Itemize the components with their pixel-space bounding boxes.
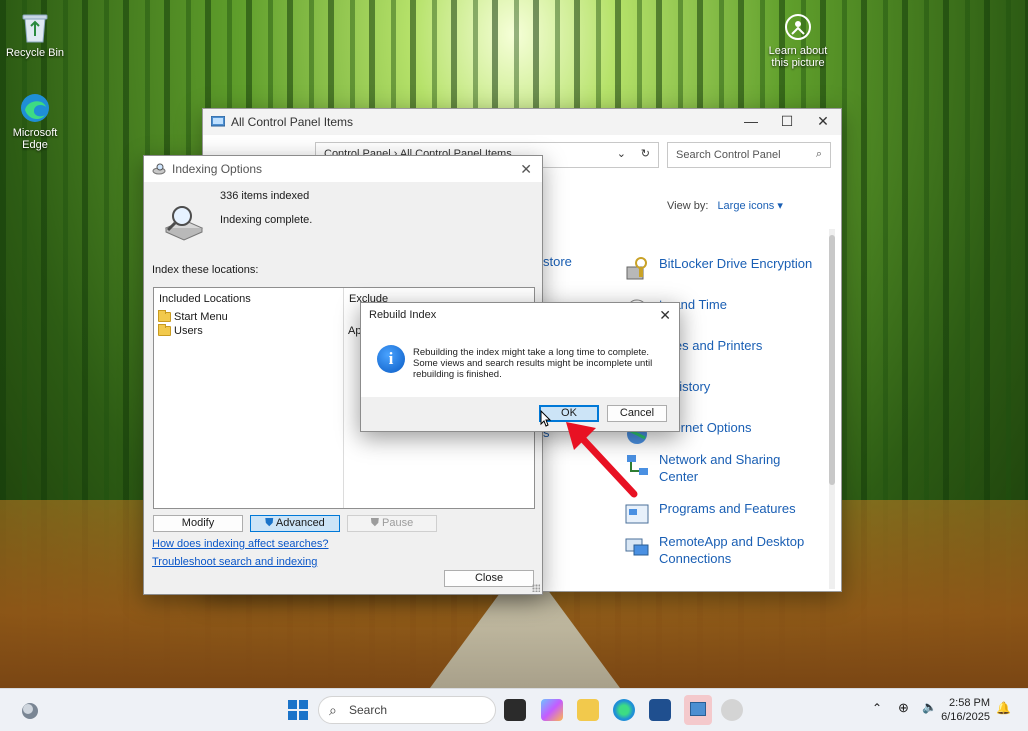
troubleshoot-link[interactable]: Troubleshoot search and indexing bbox=[152, 556, 317, 568]
view-by-dropdown[interactable]: Large icons bbox=[717, 200, 774, 212]
close-button[interactable]: Close bbox=[444, 570, 534, 587]
modify-button[interactable]: Modify bbox=[153, 515, 243, 532]
advanced-label: Advanced bbox=[275, 517, 325, 529]
search-icon: ⌕ bbox=[815, 148, 822, 160]
indexing-status: Indexing complete. bbox=[220, 214, 313, 226]
pause-button[interactable]: ⛊ Pause bbox=[347, 515, 437, 532]
rebuild-index-dialog: Rebuild Index ✕ i Rebuilding the index m… bbox=[360, 302, 680, 432]
indexing-options-title: Indexing Options bbox=[172, 162, 263, 176]
item-label: BitLocker Drive Encryption bbox=[659, 256, 813, 271]
resize-grip[interactable] bbox=[532, 584, 540, 592]
advanced-button[interactable]: ⛊ Advanced bbox=[250, 515, 340, 532]
minimize-icon[interactable]: — bbox=[733, 113, 769, 129]
included-header[interactable]: Included Locations bbox=[154, 288, 343, 310]
recycle-bin-icon bbox=[22, 14, 48, 43]
edge-taskbar-icon[interactable] bbox=[613, 699, 635, 721]
shield-icon: ⛊ bbox=[370, 517, 379, 529]
store-icon[interactable] bbox=[649, 699, 671, 721]
clock-time: 2:58 PM bbox=[949, 697, 990, 709]
item-bitlocker[interactable]: BitLocker Drive Encryption bbox=[623, 255, 823, 283]
affect-searches-link[interactable]: How does indexing affect searches? bbox=[152, 538, 329, 550]
indexing-options-titlebar[interactable]: Indexing Options bbox=[144, 156, 542, 182]
start-icon[interactable] bbox=[287, 699, 309, 721]
included-locations-column: Included Locations Start Menu Users bbox=[154, 288, 344, 508]
widgets-icon[interactable] bbox=[20, 701, 40, 721]
language-icon[interactable]: ⊕ bbox=[898, 700, 909, 716]
taskbar-search-placeholder: Search bbox=[349, 703, 388, 717]
taskbar-clock[interactable]: 2:58 PM 6/16/2025 bbox=[941, 696, 990, 724]
search-placeholder: Search Control Panel bbox=[676, 149, 781, 161]
remoteapp-icon bbox=[625, 538, 649, 556]
indexing-icon bbox=[152, 163, 166, 175]
task-view-icon[interactable] bbox=[504, 699, 526, 721]
view-by: View by: Large icons ▾ bbox=[667, 199, 783, 212]
info-icon: i bbox=[377, 345, 405, 373]
indexing-taskbar-icon[interactable] bbox=[721, 699, 743, 721]
mouse-cursor-icon bbox=[540, 410, 552, 427]
partial-item-store[interactable]: store bbox=[543, 254, 572, 269]
recycle-bin-label: Recycle Bin bbox=[5, 47, 65, 59]
pause-label: Pause bbox=[382, 517, 414, 529]
rebuild-titlebar[interactable]: Rebuild Index bbox=[361, 303, 679, 327]
control-panel-glyph-icon bbox=[690, 702, 706, 716]
control-panel-taskbar-icon[interactable] bbox=[684, 695, 712, 725]
folder-icon bbox=[158, 324, 171, 336]
scrollbar-thumb[interactable] bbox=[829, 235, 835, 485]
programs-icon bbox=[625, 504, 649, 524]
clock-date: 6/16/2025 bbox=[941, 711, 990, 723]
search-icon: ⌕ bbox=[329, 702, 337, 718]
bitlocker-icon bbox=[626, 257, 647, 280]
copilot-icon[interactable] bbox=[541, 699, 563, 721]
edge-icon bbox=[21, 94, 49, 122]
location-name: Start Menu bbox=[174, 311, 228, 323]
rebuild-title: Rebuild Index bbox=[369, 309, 437, 321]
items-indexed-count: 336 items indexed bbox=[220, 190, 310, 202]
folder-icon bbox=[158, 310, 171, 322]
chevron-down-icon[interactable]: ▾ bbox=[777, 200, 783, 212]
close-icon[interactable]: ✕ bbox=[520, 161, 532, 178]
location-name: Users bbox=[174, 325, 203, 337]
location-row[interactable]: Start Menu bbox=[154, 310, 343, 324]
item-remoteapp[interactable]: RemoteApp and Desktop Connections bbox=[623, 533, 823, 567]
refresh-icon[interactable]: ↻ bbox=[641, 147, 650, 160]
chevron-up-icon[interactable]: ⌃ bbox=[872, 701, 882, 715]
view-by-label: View by: bbox=[667, 200, 709, 212]
taskbar-search-input[interactable]: ⌕ Search bbox=[318, 696, 496, 724]
file-explorer-icon[interactable] bbox=[577, 699, 599, 721]
camera-info-icon bbox=[785, 14, 811, 40]
locations-label: Index these locations: bbox=[152, 264, 259, 276]
close-icon[interactable]: ✕ bbox=[805, 113, 841, 130]
shield-icon: ⛊ bbox=[265, 517, 274, 529]
rebuild-body: i Rebuilding the index might take a long… bbox=[361, 327, 679, 397]
volume-icon[interactable]: 🔈 bbox=[922, 700, 937, 714]
taskbar: ⌕ Search ⌃ ⊕ 🔈 2:58 PM 6/16/2025 🔔 bbox=[0, 688, 1028, 731]
item-label: Programs and Features bbox=[659, 501, 796, 516]
learn-picture-label: Learn about this picture bbox=[768, 45, 828, 69]
annotation-arrow-icon bbox=[566, 422, 638, 498]
control-panel-search-input[interactable]: Search Control Panel ⌕ bbox=[667, 142, 831, 168]
chevron-down-icon[interactable]: ⌄ bbox=[617, 147, 626, 160]
recycle-bin-desktop-icon[interactable]: Recycle Bin bbox=[2, 10, 68, 59]
item-label: RemoteApp and Desktop Connections bbox=[659, 534, 805, 566]
item-programs-features[interactable]: Programs and Features bbox=[623, 500, 823, 528]
location-row[interactable]: Users bbox=[154, 324, 343, 338]
learn-picture-desktop-icon[interactable]: Learn about this picture bbox=[765, 12, 831, 69]
item-network-sharing[interactable]: Network and Sharing Center bbox=[623, 451, 823, 485]
control-panel-scrollbar[interactable] bbox=[829, 229, 835, 589]
item-label: Network and Sharing Center bbox=[659, 452, 781, 484]
edge-label: Microsoft Edge bbox=[12, 127, 58, 151]
rebuild-message: Rebuilding the index might take a long t… bbox=[413, 347, 653, 380]
maximize-icon[interactable]: ☐ bbox=[769, 113, 805, 130]
edge-desktop-icon[interactable]: Microsoft Edge bbox=[2, 92, 68, 151]
control-panel-icon bbox=[211, 116, 225, 127]
close-icon[interactable]: ✕ bbox=[659, 307, 671, 324]
notification-bell-icon[interactable]: 🔔 bbox=[996, 701, 1011, 715]
indexing-status-icon bbox=[164, 206, 204, 241]
control-panel-title: All Control Panel Items bbox=[231, 115, 354, 129]
